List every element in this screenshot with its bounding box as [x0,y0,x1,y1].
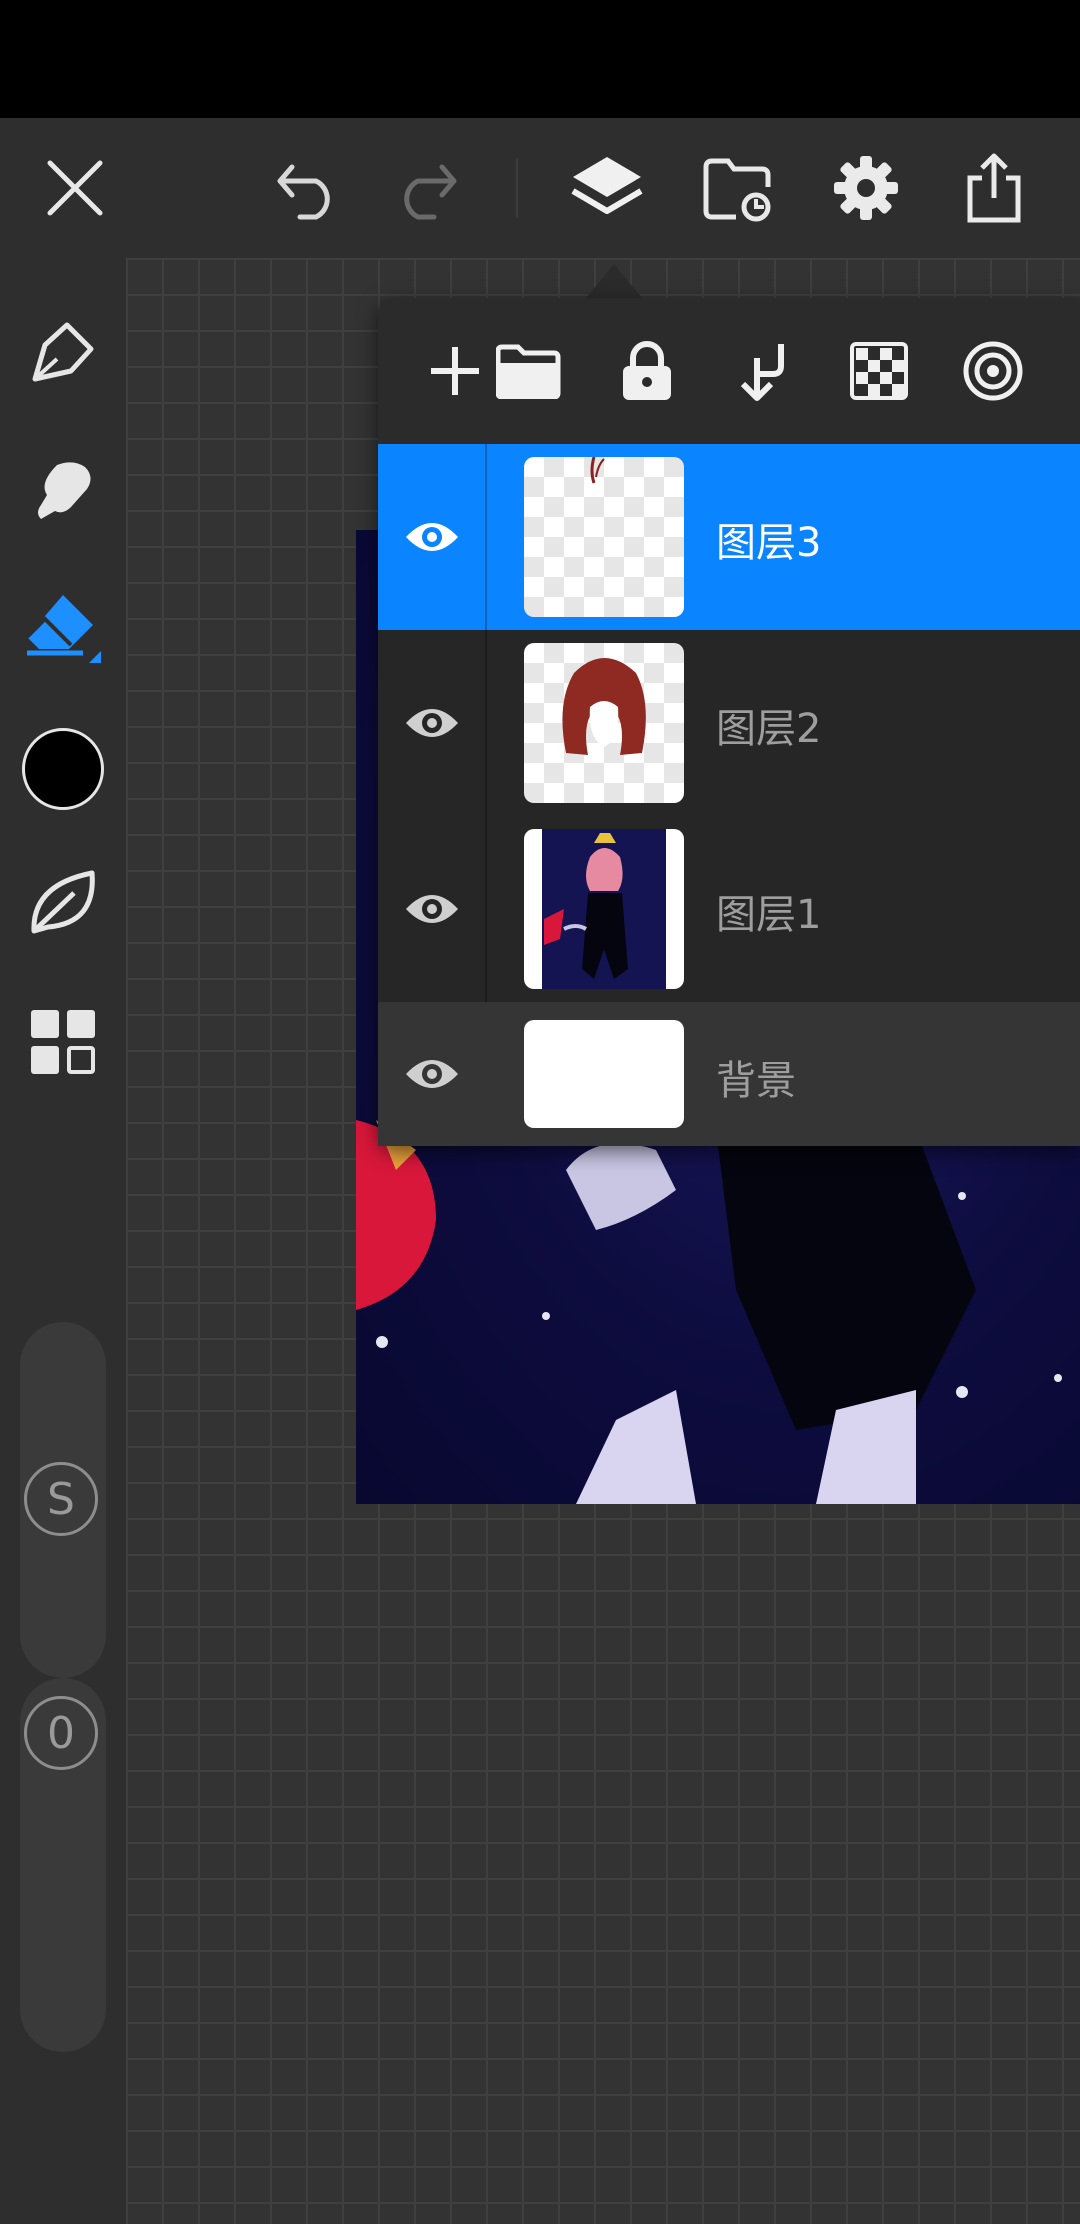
alpha-lock-icon[interactable] [846,338,912,404]
merge-down-icon[interactable] [730,338,796,404]
folder-icon[interactable] [496,338,562,404]
settings-icon[interactable] [830,118,902,258]
visibility-eye-icon[interactable] [378,630,486,816]
eraser-icon[interactable] [0,582,126,672]
layer-thumbnail [524,829,684,989]
layers-panel-pointer [586,264,642,298]
layer-thumbnail [524,643,684,803]
layer-name: 图层1 [716,892,822,938]
layer-name: 背景 [716,1058,796,1104]
clip-icon[interactable] [960,338,1026,404]
visibility-eye-icon[interactable] [378,444,486,630]
status-bar [0,0,1080,118]
visibility-eye-icon[interactable] [378,1002,486,1146]
layer-row-3[interactable]: 图层3 [378,444,1080,632]
lock-icon[interactable] [614,338,680,404]
brush-size-slider[interactable]: S [20,1322,106,1678]
size-badge: S [24,1462,98,1536]
color-swatch[interactable] [0,714,126,824]
layers-icon[interactable] [568,118,646,258]
close-icon[interactable] [40,118,110,258]
gallery-icon[interactable] [0,992,126,1092]
layer-row-1[interactable]: 图层1 [378,816,1080,1004]
layers-toolbar [378,298,1080,444]
layer-name: 图层3 [716,520,822,566]
left-sidebar: S 0 [0,258,126,2224]
opacity-slider[interactable]: 0 [20,1678,106,2052]
layer-thumbnail [524,1020,684,1128]
smudge-icon[interactable] [0,444,126,534]
add-layer-icon[interactable] [422,338,488,404]
pen-icon[interactable] [0,308,126,398]
layer-row-2[interactable]: 图层2 [378,630,1080,818]
layer-name: 图层2 [716,706,822,752]
import-icon[interactable] [700,118,778,258]
visibility-eye-icon[interactable] [378,816,486,1002]
redo-icon[interactable] [388,118,462,258]
share-icon[interactable] [958,118,1030,258]
top-toolbar [0,118,1080,258]
undo-icon[interactable] [272,118,346,258]
leaf-icon[interactable] [0,852,126,952]
toolbar-divider [516,158,518,218]
layer-thumbnail [524,457,684,617]
opacity-badge: 0 [24,1696,98,1770]
layer-row-background[interactable]: 背景 [378,1002,1080,1146]
layers-panel: 图层3 图层2 图层1 背景 [378,298,1080,1146]
